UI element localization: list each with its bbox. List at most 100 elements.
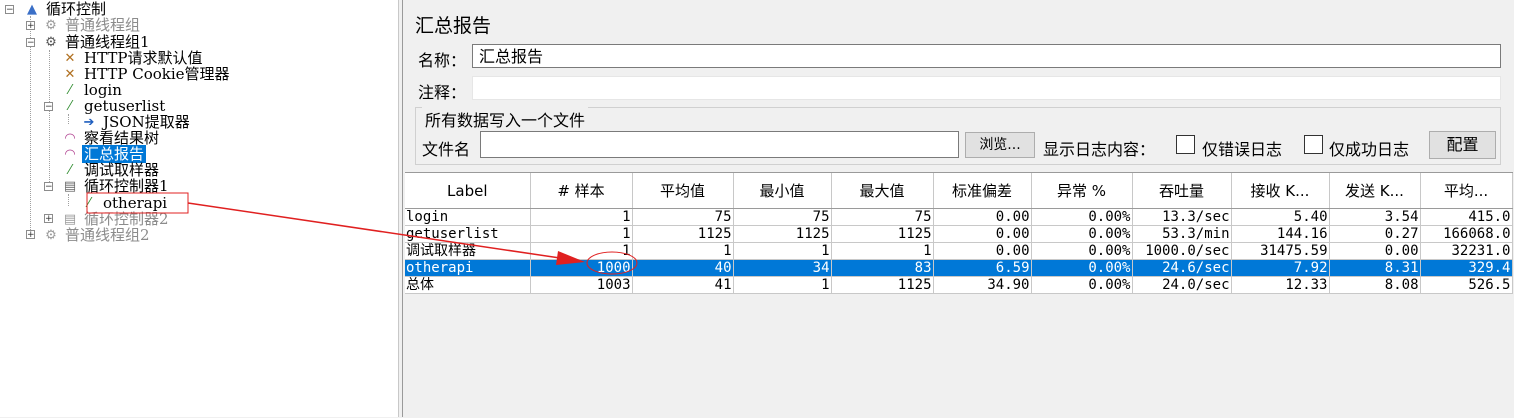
column-header[interactable]: 接收 K... [1231,173,1330,209]
table-row[interactable]: getuserlist 1 1125 1125 1125 0.00 0.00% 53.3/mi… [405,225,1513,243]
table-body: login 1 75 75 75 0.00 0.00% 13.3/sec 5.40 3.54 415… [405,208,1513,294]
expand-toggle[interactable]: + [44,214,53,224]
browse-button[interactable]: 浏览... [965,132,1035,158]
table-cell: 0.00% [1031,225,1133,243]
test-plan-tree[interactable]: − + − − − + + ▲ 循环控制 ⚙ 普通线程组 ⚙ 普通线程组1 ✕ … [0,0,398,417]
column-header[interactable]: 发送 K... [1329,173,1421,209]
table-cell: 144.16 [1231,225,1330,243]
pipette-icon: ⁄ [68,163,72,178]
table-cell: 3.54 [1329,208,1421,226]
tree-node-thread-group[interactable]: ⚙ 普通线程组 [43,17,142,34]
chart-icon: ◠ [64,131,76,146]
table-cell: 0.00% [1031,242,1133,260]
column-header[interactable]: 异常 % [1031,173,1133,209]
table-cell: 40 [632,259,734,277]
collapse-toggle[interactable]: − [26,38,35,48]
write-to-file-legend: 所有数据写入一个文件 [422,107,589,131]
gear-icon: ⚙ [45,35,57,50]
table-cell: 24.6/sec [1132,259,1232,277]
column-header[interactable]: 标准偏差 [933,173,1032,209]
table-cell: 31475.59 [1231,242,1330,260]
wrench-icon: ✕ [64,51,76,66]
configure-button[interactable]: 配置 [1429,131,1496,159]
summary-report-panel: 汇总报告 名称： 汇总报告 注释： 所有数据写入一个文件 文件名 浏览... 显… [404,0,1514,418]
table-cell: 1 [632,242,734,260]
table-cell: 0.00 [933,242,1032,260]
table-cell: 75 [733,208,832,226]
table-cell: 1 [530,242,633,260]
table-cell: 75 [632,208,734,226]
table-cell: 13.3/sec [1132,208,1232,226]
pipette-icon: ⁄ [68,99,72,114]
table-cell: 32231.0 [1420,242,1513,260]
gear-icon: ⚙ [45,228,57,243]
table-cell: 41 [632,276,734,294]
comment-field[interactable] [472,76,1501,100]
expand-toggle[interactable]: + [26,21,35,31]
table-cell: 0.00% [1031,276,1133,294]
comment-row: 注释： [415,74,1501,103]
table-cell: 0.00% [1031,259,1133,277]
tree-guide-line [30,16,31,236]
table-cell: 1125 [831,225,934,243]
success-only-label: 仅成功日志 [1329,140,1410,159]
results-table-container[interactable]: Label # 样本 平均值 最小值 最大值 标准偏差 异常 % 吞吐量 接收 … [405,172,1513,418]
table-row[interactable]: otherapi 1000 40 34 83 6.59 0.00% 24.6/sec 7.92 8… [405,259,1513,277]
table-cell: 1000.0/sec [1132,242,1232,260]
tree-node-loop-controller-1[interactable]: ▤ 循环控制器1 [62,178,171,195]
name-field[interactable]: 汇总报告 [472,44,1501,68]
results-table: Label # 样本 平均值 最小值 最大值 标准偏差 异常 % 吞吐量 接收 … [405,173,1513,294]
column-header[interactable]: Label [405,173,531,209]
filename-label: 文件名 [422,140,471,159]
table-row[interactable]: 总体 1003 41 1 1125 34.90 0.00% 24.0/sec 12.33 8.08… [405,276,1513,294]
column-header[interactable]: 最大值 [831,173,934,209]
loop-icon: ▤ [63,179,77,194]
collapse-toggle[interactable]: − [5,5,14,15]
pipette-icon: ⁄ [68,83,72,98]
table-cell: 0.00 [1329,242,1421,260]
table-cell: 526.5 [1420,276,1513,294]
collapse-toggle[interactable]: − [44,102,53,112]
table-cell: 6.59 [933,259,1032,277]
table-cell: 0.27 [1329,225,1421,243]
success-only-checkbox[interactable] [1304,135,1323,154]
table-cell: 8.31 [1329,259,1421,277]
table-cell: 53.3/min [1132,225,1232,243]
panel-title: 汇总报告 [415,15,492,37]
table-cell: 75 [831,208,934,226]
gear-icon: ⚙ [45,18,57,33]
column-header[interactable]: 平均... [1420,173,1513,209]
table-cell: 1 [530,225,633,243]
errors-only-checkbox[interactable] [1176,135,1195,154]
column-header[interactable]: # 样本 [530,173,633,209]
table-row[interactable]: 调试取样器 1 1 1 1 0.00 0.00% 1000.0/sec 31475.59 0.00… [405,242,1513,260]
table-cell: 1125 [733,225,832,243]
pane-splitter[interactable] [398,0,403,417]
table-cell: 1 [733,242,832,260]
column-header[interactable]: 平均值 [632,173,734,209]
column-header[interactable]: 吞吐量 [1132,173,1232,209]
table-cell: 1 [831,242,934,260]
column-header[interactable]: 最小值 [733,173,832,209]
tree-guide-line [68,194,69,206]
table-cell: 1000 [530,259,633,277]
table-row[interactable]: login 1 75 75 75 0.00 0.00% 13.3/sec 5.40 3.54 415… [405,208,1513,226]
table-cell: 0.00 [933,225,1032,243]
table-cell: 1 [530,208,633,226]
tree-node-label: 循环控制器1 [84,177,169,195]
expand-toggle[interactable]: + [26,230,35,240]
table-cell: 1125 [632,225,734,243]
filename-field[interactable] [480,131,959,158]
table-cell: 1125 [831,276,934,294]
tree-node-label: 普通线程组 [65,16,141,34]
table-cell: 8.08 [1329,276,1421,294]
table-cell: otherapi [405,259,531,277]
table-cell: 83 [831,259,934,277]
tree-node-thread-group-2[interactable]: ⚙ 普通线程组2 [43,227,152,244]
table-cell: 1003 [530,276,633,294]
collapse-toggle[interactable]: − [44,182,53,192]
chart-icon: ◠ [64,147,76,162]
table-cell: 1 [733,276,832,294]
comment-label: 注释： [418,83,467,102]
table-cell: 7.92 [1231,259,1330,277]
